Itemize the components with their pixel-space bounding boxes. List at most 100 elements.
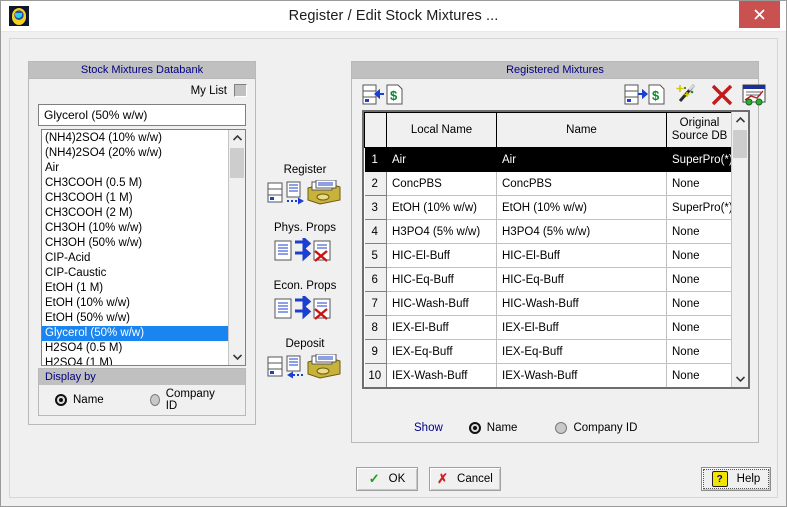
my-list-checkbox[interactable] — [234, 84, 247, 97]
phys-props-action[interactable]: Phys. Props — [262, 222, 348, 266]
table-row[interactable]: 11Inoc Media SltnInoc Media SltnNone — [365, 388, 733, 390]
display-by-company-id-option[interactable]: Company ID — [149, 388, 217, 412]
delete-icon[interactable] — [710, 83, 734, 107]
table-cell[interactable]: IEX-Wash-Buff — [386, 363, 497, 387]
table-cell[interactable]: HIC-Eq-Buff — [386, 267, 497, 292]
table-cell[interactable]: EtOH (10% w/w) — [496, 195, 667, 220]
column-header-rownum[interactable] — [364, 112, 387, 148]
list-item[interactable]: CH3COOH (1 M) — [42, 191, 228, 206]
table-row[interactable]: 3 EtOH (10% w/w) EtOH (10% w/w) SuperPro(*) — [364, 195, 733, 220]
row-number[interactable]: 5 — [364, 243, 387, 268]
display-by-company-id-radio[interactable] — [149, 394, 160, 406]
table-cell[interactable]: None — [667, 388, 733, 390]
row-number[interactable]: 11 — [365, 388, 387, 390]
display-by-name-option[interactable]: Name — [55, 394, 104, 406]
list-item[interactable]: CIP-Caustic — [42, 266, 228, 281]
row-number[interactable]: 10 — [364, 363, 387, 387]
table-cell[interactable]: IEX-El-Buff — [386, 315, 497, 340]
table-row[interactable]: 4 H3PO4 (5% w/w) H3PO4 (5% w/w) None — [364, 219, 733, 244]
ok-button[interactable]: ✓ OK — [356, 467, 418, 491]
close-icon[interactable] — [739, 1, 780, 28]
list-item[interactable]: CIP-Acid — [42, 251, 228, 266]
table-cell[interactable]: Inoc Media Sltn — [497, 388, 667, 390]
list-item[interactable]: (NH4)2SO4 (10% w/w) — [42, 131, 228, 146]
table-cell[interactable]: None — [666, 363, 733, 387]
table-cell[interactable]: IEX-Wash-Buff — [496, 363, 667, 387]
list-item[interactable]: CH3OH (10% w/w) — [42, 221, 228, 236]
table-cell[interactable]: None — [666, 219, 733, 244]
table-row[interactable]: 2 ConcPBS ConcPBS None — [364, 171, 733, 196]
column-header-local-name[interactable]: Local Name — [386, 112, 497, 148]
scroll-up-icon[interactable] — [229, 130, 245, 146]
table-cell[interactable]: EtOH (10% w/w) — [386, 195, 497, 220]
grid-scroll-up-icon[interactable] — [732, 112, 748, 128]
list-item[interactable]: H2SO4 (1 M) — [42, 356, 228, 365]
deposit-from-databank-icon[interactable] — [262, 352, 348, 382]
row-number[interactable]: 1 — [364, 147, 387, 172]
row-number[interactable]: 7 — [364, 291, 387, 316]
help-button[interactable]: ? Help — [701, 467, 771, 491]
grid-scroll-down-icon[interactable] — [732, 371, 748, 387]
list-item[interactable]: (NH4)2SO4 (20% w/w) — [42, 146, 228, 161]
stock-mixtures-listbox[interactable]: (NH4)2SO4 (10% w/w) (NH4)2SO4 (20% w/w) Ai… — [41, 129, 246, 366]
table-cell[interactable]: HIC-Eq-Buff — [496, 267, 667, 292]
row-number[interactable]: 8 — [364, 315, 387, 340]
list-item[interactable]: EtOH (50% w/w) — [42, 311, 228, 326]
table-cell[interactable]: H3PO4 (5% w/w) — [386, 219, 497, 244]
grid-scrollbar[interactable] — [731, 112, 748, 387]
table-cell[interactable]: HIC-El-Buff — [496, 243, 667, 268]
list-item[interactable]: CH3OH (50% w/w) — [42, 236, 228, 251]
table-cell[interactable]: HIC-Wash-Buff — [496, 291, 667, 316]
table-cell[interactable]: SuperPro(*) — [666, 195, 733, 220]
table-row[interactable]: 7 HIC-Wash-Buff HIC-Wash-Buff None — [364, 291, 733, 316]
selected-mixture-field[interactable]: Glycerol (50% w/w) — [38, 104, 246, 126]
table-cell[interactable]: Air — [496, 147, 667, 172]
list-item[interactable]: Air — [42, 161, 228, 176]
row-number[interactable]: 6 — [364, 267, 387, 292]
list-item[interactable]: CH3COOH (2 M) — [42, 206, 228, 221]
list-item[interactable]: EtOH (1 M) — [42, 281, 228, 296]
table-row[interactable]: 1 Air Air SuperPro(*) — [364, 147, 733, 172]
stock-mixtures-list[interactable]: (NH4)2SO4 (10% w/w) (NH4)2SO4 (20% w/w) Ai… — [42, 130, 228, 365]
import-from-databank-icon[interactable]: $ — [362, 83, 404, 107]
row-number[interactable]: 4 — [364, 219, 387, 244]
row-number[interactable]: 2 — [364, 171, 387, 196]
stock-list-scrollbar[interactable] — [228, 130, 245, 365]
list-item[interactable]: Glycerol (50% w/w) — [42, 326, 228, 341]
show-company-id-radio[interactable] — [555, 422, 568, 434]
row-number[interactable]: 9 — [364, 339, 387, 364]
list-item[interactable]: CH3COOH (0.5 M) — [42, 176, 228, 191]
register-to-databank-icon[interactable] — [262, 178, 348, 208]
table-cell[interactable]: HIC-El-Buff — [386, 243, 497, 268]
table-row[interactable]: 5 HIC-El-Buff HIC-El-Buff None — [364, 243, 733, 268]
table-cell[interactable]: ConcPBS — [496, 171, 667, 196]
display-by-name-radio[interactable] — [55, 394, 67, 406]
table-cell[interactable]: SuperPro(*) — [666, 147, 733, 172]
magic-wand-icon[interactable] — [674, 83, 700, 107]
row-number[interactable]: 3 — [364, 195, 387, 220]
physical-properties-icon[interactable] — [262, 236, 348, 266]
table-cell[interactable]: None — [666, 315, 733, 340]
table-row[interactable]: 10 IEX-Wash-Buff IEX-Wash-Buff None — [364, 363, 733, 387]
table-cell[interactable]: H3PO4 (5% w/w) — [496, 219, 667, 244]
export-to-databank-icon[interactable]: $ — [624, 83, 666, 107]
table-cell[interactable]: Inoc Media Sltn — [387, 388, 497, 390]
table-cell[interactable]: IEX-Eq-Buff — [496, 339, 667, 364]
table-row[interactable]: 6 HIC-Eq-Buff HIC-Eq-Buff None — [364, 267, 733, 292]
show-name-option[interactable]: Name — [468, 422, 517, 434]
table-cell[interactable]: HIC-Wash-Buff — [386, 291, 497, 316]
list-item[interactable]: H2SO4 (0.5 M) — [42, 341, 228, 356]
list-item[interactable]: EtOH (10% w/w) — [42, 296, 228, 311]
grid-scroll-thumb[interactable] — [733, 130, 747, 158]
show-name-radio[interactable] — [468, 422, 481, 434]
table-cell[interactable]: None — [666, 267, 733, 292]
registered-mixtures-grid[interactable]: Local Name Name Original Source DB 1 Air A… — [362, 110, 750, 389]
show-company-id-option[interactable]: Company ID — [555, 422, 637, 434]
econ-props-action[interactable]: Econ. Props — [262, 280, 348, 324]
table-row[interactable]: 8 IEX-El-Buff IEX-El-Buff None — [364, 315, 733, 340]
column-header-source-db[interactable]: Original Source DB — [666, 112, 733, 148]
table-row[interactable]: 9 IEX-Eq-Buff IEX-Eq-Buff None — [364, 339, 733, 364]
table-cell[interactable]: IEX-El-Buff — [496, 315, 667, 340]
table-cell[interactable]: ConcPBS — [386, 171, 497, 196]
scroll-thumb[interactable] — [230, 148, 244, 178]
